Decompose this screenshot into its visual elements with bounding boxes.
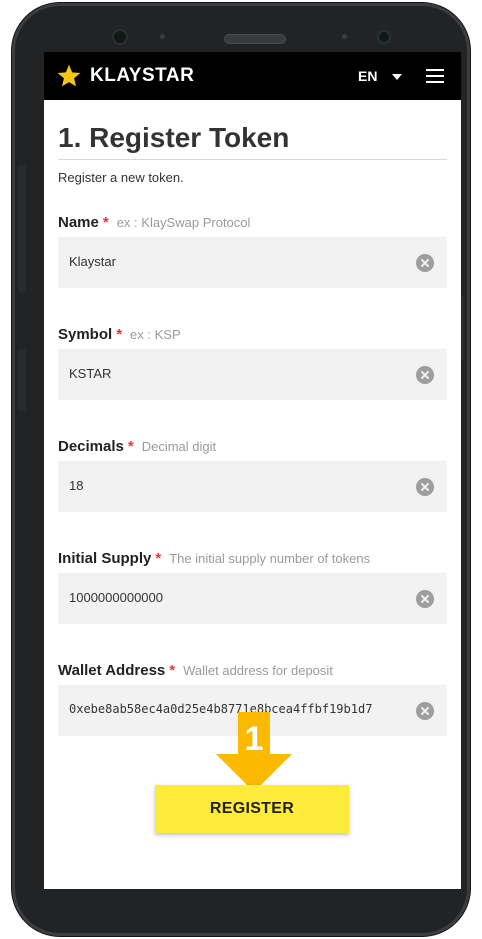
star-icon[interactable] [56,63,82,89]
initial-supply-value[interactable]: 1000000000000 [69,590,163,605]
front-camera [112,29,128,45]
side-button [18,349,26,411]
wallet-address-hint: Wallet address for deposit [183,663,333,678]
sensor [377,30,391,44]
hamburger-menu-icon[interactable] [426,69,444,83]
required-mark: * [169,662,176,679]
clear-icon[interactable] [416,478,434,496]
decimals-label: Decimals [58,438,124,455]
brand-name[interactable]: KLAYSTAR [90,65,194,87]
symbol-field-label: Symbol * ex : KSP [58,326,181,343]
clear-icon[interactable] [416,254,434,272]
name-field-label: Name * ex : KlaySwap Protocol [58,214,250,231]
name-input[interactable]: Klaystar [58,237,447,288]
page-title: 1. Register Token [58,122,290,153]
name-label: Name [58,214,99,231]
symbol-input[interactable]: KSTAR [58,349,447,400]
sensor-dot [342,34,347,39]
symbol-label: Symbol [58,326,113,343]
divider [58,159,447,160]
initial-supply-label: Initial Supply [58,550,152,567]
sensor-dot [160,34,165,39]
caret-down-icon[interactable] [392,74,402,80]
required-mark: * [116,326,123,343]
decimals-field-label: Decimals * Decimal digit [58,438,216,455]
wallet-address-field-label: Wallet Address * Wallet address for deposi… [58,662,333,679]
name-hint: ex : KlaySwap Protocol [116,215,251,230]
clear-icon[interactable] [416,702,434,720]
clear-icon[interactable] [416,590,434,608]
wallet-address-label: Wallet Address [58,662,166,679]
symbol-hint: ex : KSP [130,327,181,342]
initial-supply-input[interactable]: 1000000000000 [58,573,447,624]
symbol-value[interactable]: KSTAR [69,366,111,381]
top-nav-bar: KLAYSTAR EN [44,52,461,100]
initial-supply-field-label: Initial Supply * The initial supply number… [58,550,370,567]
step-number: 1 [244,720,264,758]
earpiece-speaker [224,34,286,44]
register-button[interactable]: REGISTER [155,785,349,833]
volume-button [18,165,26,293]
app-screen: KLAYSTAR EN 1. Register Token Register a… [44,52,461,889]
decimals-input[interactable]: 18 [58,461,447,512]
decimals-value[interactable]: 18 [69,478,83,493]
clear-icon[interactable] [416,366,434,384]
decimals-hint: Decimal digit [141,439,217,454]
required-mark: * [127,438,134,455]
name-value[interactable]: Klaystar [69,254,116,269]
required-mark: * [155,550,162,567]
page-subtitle: Register a new token. [58,170,184,185]
initial-supply-hint: The initial supply number of tokens [169,551,371,566]
required-mark: * [102,214,109,231]
phone-frame: KLAYSTAR EN 1. Register Token Register a… [12,3,470,936]
language-selector[interactable]: EN [358,68,377,84]
